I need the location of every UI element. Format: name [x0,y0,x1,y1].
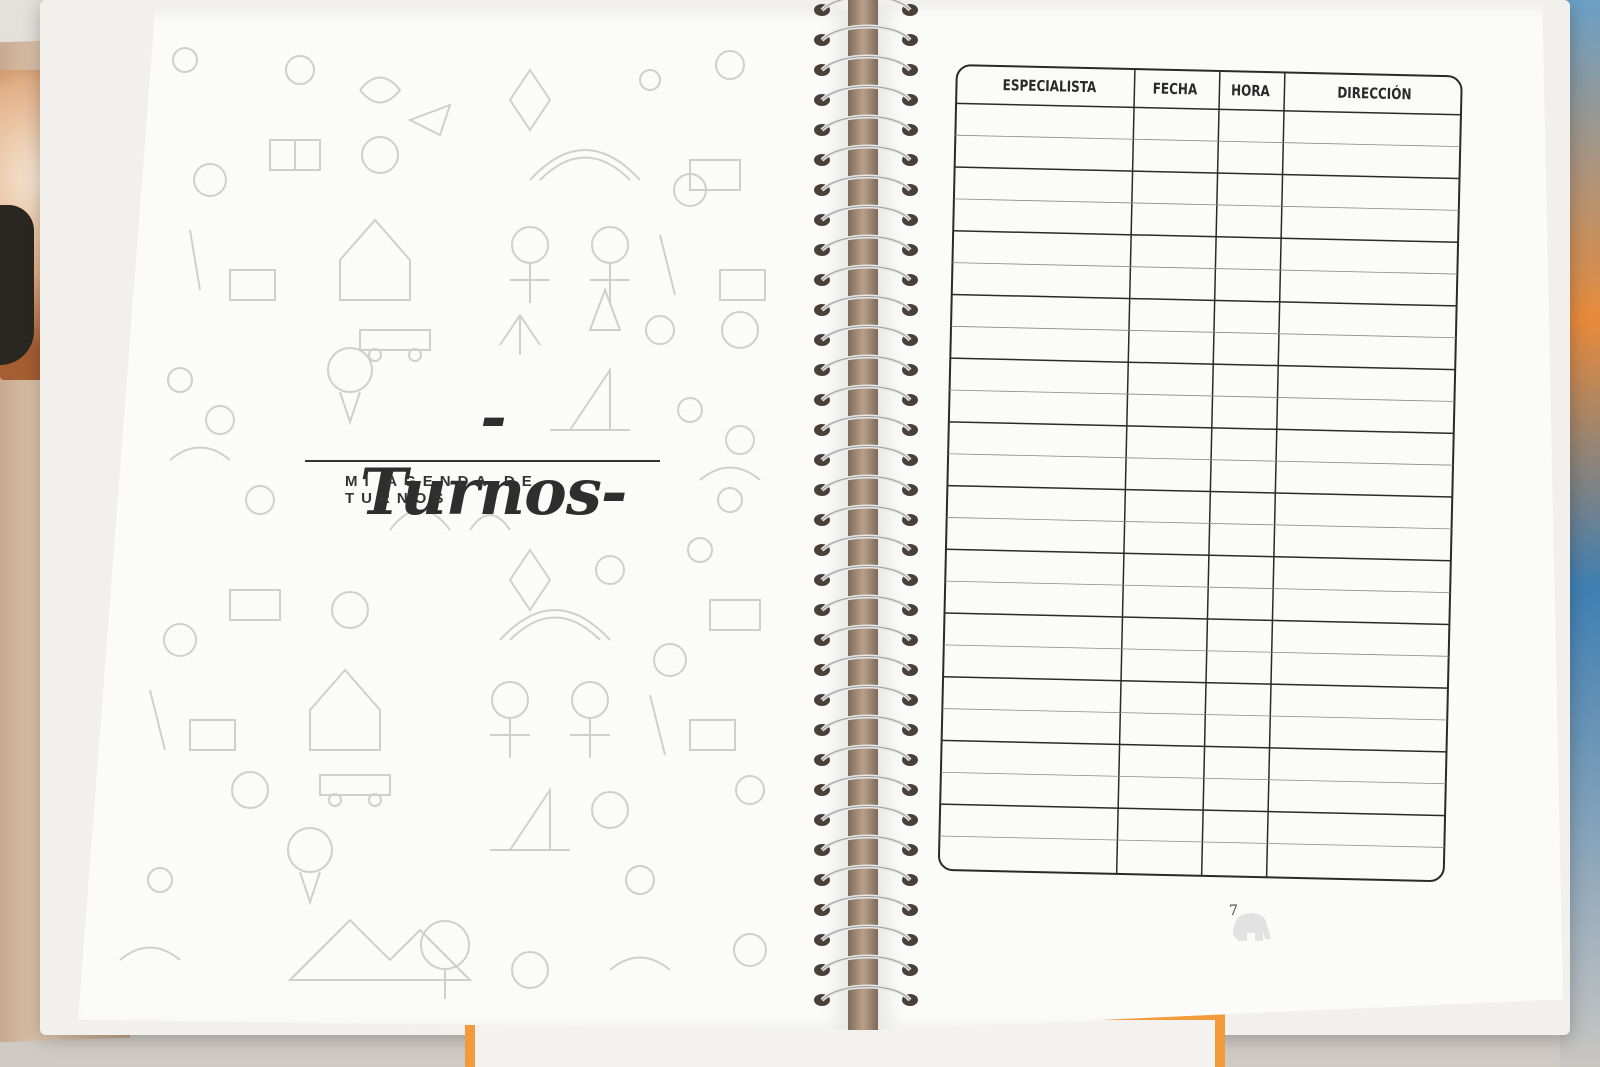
spiral-coil [820,384,912,402]
column-header-fecha: FECHA [1152,79,1198,99]
spiral-coil [820,744,912,762]
spiral-coil [820,954,912,972]
table-row-line [947,484,1453,498]
table-row-line [954,166,1460,180]
spiral-coil [820,834,912,852]
spiral-coil [820,234,912,252]
spiral-coil [820,54,912,72]
spiral-coil [820,594,912,612]
spiral-coil [820,294,912,312]
table-row-line [940,771,1446,785]
column-divider [1200,70,1221,876]
table-row-line [953,230,1459,243]
table-row-line [943,675,1448,689]
spiral-coil [820,714,912,732]
table-grid [938,64,1463,882]
spiral-coil [820,444,912,462]
spiral-coil [820,924,912,942]
spiral-coil [820,84,912,102]
horse-icon [0,205,34,365]
page-subtitle: MI AGENDA DE TURNOS [345,473,539,507]
spiral-coil [820,324,912,342]
spiral-coil [820,114,912,132]
spiral-coil [820,24,912,42]
column-divider [1265,72,1286,878]
table-row-line [949,389,1455,402]
table-row-line [942,708,1448,721]
table-row-line [948,453,1454,466]
table-row-line [952,262,1458,275]
spiral-coil [820,414,912,432]
page-number: 7 [1229,903,1238,919]
spiral-coil [820,774,912,792]
spiral-coil [820,984,912,1002]
table-row-line [948,421,1454,435]
table-row-line [953,198,1459,211]
table-row-line [955,134,1461,148]
spiral-binding [814,0,918,1006]
table-row-line [945,548,1451,562]
table-row-line [951,325,1456,339]
spiral-coil-shade [821,0,911,11]
spiral-coil [820,864,912,882]
table-row-line [951,293,1457,307]
spiral-coil [820,264,912,282]
spiral-coil [820,144,912,162]
photo-scene: -Turnos- MI AGENDA DE TURNOS ESPECIALIST… [0,0,1600,1067]
spiral-coil [820,504,912,522]
table-row-line [945,580,1451,594]
spiral-coil [820,474,912,492]
spiral-coil [820,354,912,372]
table-row-line [941,739,1447,753]
spiral-coil [820,564,912,582]
spiral-coil [820,654,912,672]
spiral-coil [820,174,912,192]
column-header-direccion: DIRECCIÓN [1337,83,1412,104]
column-header-especialista: ESPECIALISTA [1002,76,1097,97]
table-row-line [939,835,1445,848]
page-title: -Turnos- [359,380,628,530]
table-row-line [946,517,1452,530]
column-divider [1115,69,1136,874]
spiral-coil [820,624,912,642]
header-divider [956,102,1461,116]
table-row-line [950,357,1456,371]
table-border [938,64,1463,882]
table-row-line [944,612,1450,626]
spiral-coil [820,204,912,222]
table-row-line [943,644,1449,657]
appointments-table: ESPECIALISTA FECHA HORA DIRECCIÓN [936,63,1479,895]
title-underline [305,460,660,462]
column-header-hora: HORA [1230,81,1271,101]
spiral-coil [820,534,912,552]
spiral-coil [820,804,912,822]
spiral-coil [820,684,912,702]
spiral-coil [820,894,912,912]
table-row-line [940,803,1446,817]
